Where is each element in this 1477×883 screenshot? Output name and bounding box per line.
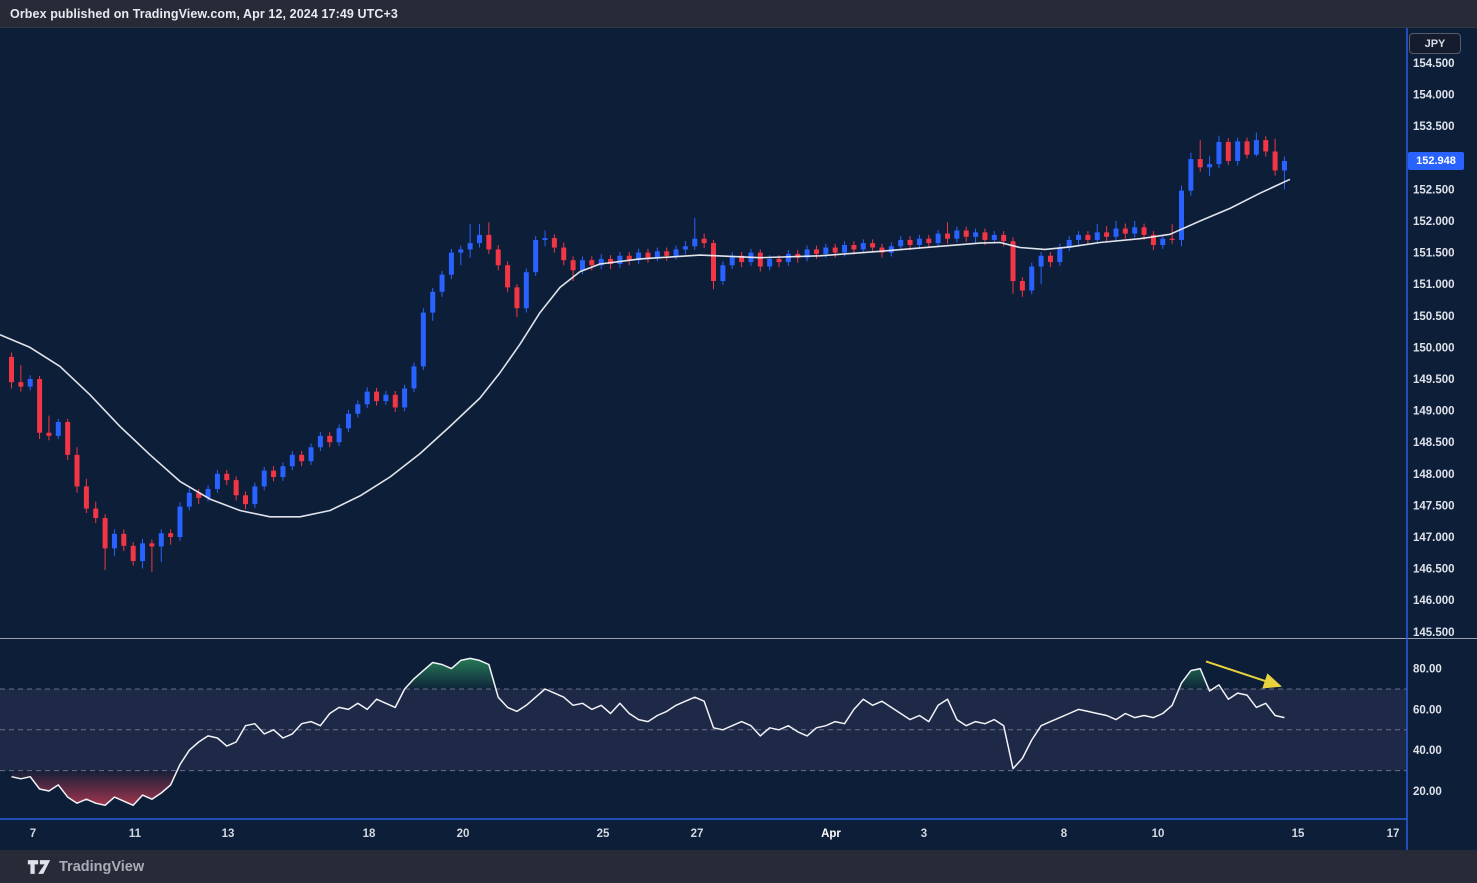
time-tick-label: 17 <box>1387 828 1400 840</box>
price-tick-label: 148.500 <box>1413 437 1455 449</box>
rsi-tick-label: 40.00 <box>1413 745 1442 757</box>
price-tick-label: 146.500 <box>1413 564 1455 576</box>
time-tick-label: 11 <box>129 828 142 840</box>
time-tick-label: 8 <box>1061 828 1068 840</box>
price-tick-label: 151.000 <box>1413 279 1455 291</box>
rsi-tick-label: 80.00 <box>1413 664 1442 676</box>
price-tick-label: 149.000 <box>1413 406 1455 418</box>
time-tick-label: 27 <box>691 828 704 840</box>
price-tick-label: 152.500 <box>1413 184 1455 196</box>
price-tick-label: 151.500 <box>1413 248 1455 260</box>
price-tick-label: 147.000 <box>1413 532 1455 544</box>
price-tick-label: 146.000 <box>1413 595 1455 607</box>
price-tick-label: 145.500 <box>1413 627 1455 639</box>
rsi-tick-label: 60.00 <box>1413 704 1442 716</box>
time-tick-label: 25 <box>597 828 610 840</box>
publication-title: Orbex published on TradingView.com, Apr … <box>10 7 398 21</box>
time-tick-label: 13 <box>222 828 235 840</box>
time-tick-label: 7 <box>30 828 36 840</box>
time-tick-label: Apr <box>821 828 841 840</box>
price-tick-label: 152.000 <box>1413 216 1455 228</box>
tradingview-brand-text[interactable]: TradingView <box>59 859 144 875</box>
price-tick-label: 153.500 <box>1413 121 1455 133</box>
rsi-tick-label: 20.00 <box>1413 786 1442 798</box>
time-tick-label: 18 <box>363 828 376 840</box>
tradingview-logo-icon[interactable] <box>27 859 51 875</box>
price-tick-label: 147.500 <box>1413 500 1455 512</box>
time-tick-label: 10 <box>1152 828 1165 840</box>
price-tick-label: 154.000 <box>1413 90 1455 102</box>
last-price-badge: 152.948 <box>1408 152 1464 170</box>
currency-axis-button[interactable]: JPY <box>1409 33 1461 54</box>
time-tick-label: 3 <box>921 828 927 840</box>
price-tick-label: 150.000 <box>1413 342 1455 354</box>
price-tick-label: 149.500 <box>1413 374 1455 386</box>
candlestick-rsi-chart[interactable]: 154.500154.000153.500153.000152.500152.0… <box>0 28 1477 850</box>
time-tick-label: 15 <box>1292 828 1305 840</box>
price-tick-label: 154.500 <box>1413 58 1455 70</box>
tradingview-published-chart: Orbex published on TradingView.com, Apr … <box>0 0 1477 883</box>
chart-area: 154.500154.000153.500153.000152.500152.0… <box>0 28 1477 850</box>
time-tick-label: 20 <box>457 828 470 840</box>
footer-bar: TradingView <box>0 850 1477 883</box>
publication-header: Orbex published on TradingView.com, Apr … <box>0 0 1477 28</box>
price-tick-label: 150.500 <box>1413 311 1455 323</box>
price-tick-label: 148.000 <box>1413 469 1455 481</box>
